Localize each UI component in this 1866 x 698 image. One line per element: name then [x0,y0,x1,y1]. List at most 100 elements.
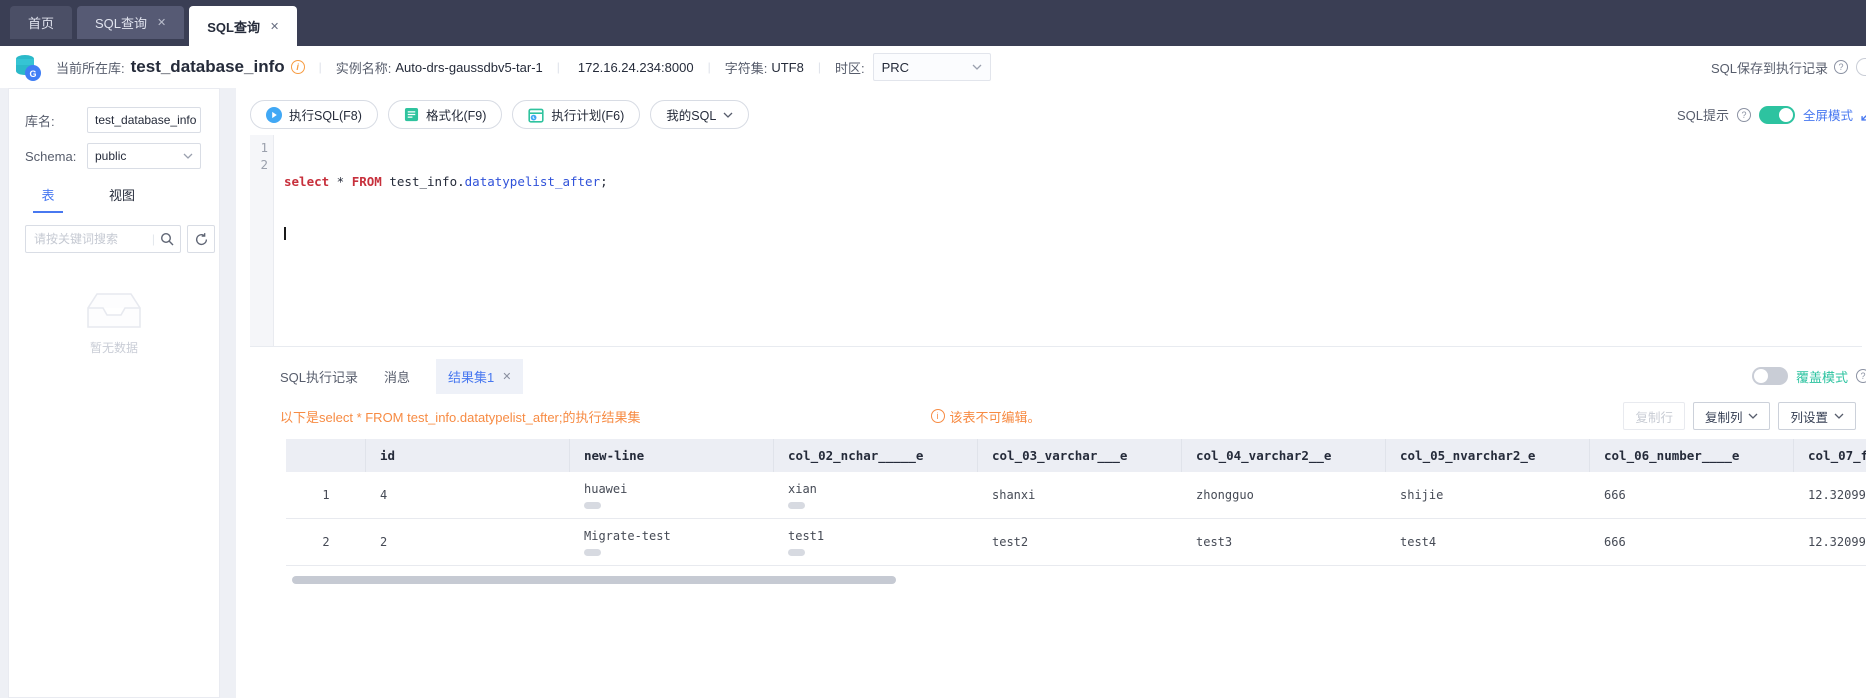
fullscreen-icon[interactable] [1861,108,1866,121]
column-header: col_06_number____e [1590,439,1794,472]
sidebar-tab-views[interactable]: 视图 [107,185,137,213]
horizontal-scrollbar-thumb[interactable] [292,576,896,584]
tab-home[interactable]: 首页 [10,6,72,39]
timezone-value: PRC [882,60,909,75]
overwrite-mode-toggle[interactable] [1752,367,1788,385]
app-header: G 当前所在库: test_database_info i | 实例名称: Au… [0,46,1866,88]
result-message: 以下是select * FROM test_info.datatypelist_… [280,407,641,426]
search-icon[interactable] [160,232,174,246]
tab-sql-query-2[interactable]: SQL查询 ✕ [189,6,297,46]
my-sql-button[interactable]: 我的SQL [650,100,749,129]
empty-box-icon [86,289,142,331]
format-sql-button[interactable]: 格式化(F9) [388,100,502,129]
column-settings-button[interactable]: 列设置 [1778,402,1856,430]
truncated-value-pill [584,549,601,556]
result-table: id new-line col_02_nchar_____e col_03_va… [286,439,1866,566]
charset-label: 字符集: [725,58,768,77]
instance-label: 实例名称: [336,58,392,77]
tab-sql-query-1[interactable]: SQL查询 ✕ [77,6,184,39]
info-icon: i [931,409,945,423]
instance-name: Auto-drs-gaussdbv5-tar-1 [395,60,542,75]
close-icon[interactable]: ✕ [157,16,166,29]
chevron-down-icon [723,112,733,118]
code-line-2 [284,224,608,241]
column-header: new-line [570,439,774,472]
results-tab-bar: SQL执行记录 消息 结果集1 ✕ 覆盖模式 ? [236,359,1866,393]
table-cell: test4 [1386,519,1590,565]
plan-icon [528,107,544,123]
question-icon[interactable]: ? [1856,369,1866,383]
table-cell: zhongguo [1182,472,1386,518]
table-row[interactable]: 1 4 huawei xian shanxi zhongguo shijie 6… [286,472,1866,519]
question-icon[interactable]: ? [1834,60,1848,74]
sql-hint-toggle[interactable] [1759,106,1795,124]
sql-editor[interactable]: 1 2 select * FROM test_info.datatypelist… [250,135,1862,347]
tab-sql-history[interactable]: SQL执行记录 [280,367,358,386]
format-icon [404,107,419,122]
code-area[interactable]: select * FROM test_info.datatypelist_aft… [274,135,608,346]
divider: | [152,232,155,246]
table-row[interactable]: 2 2 Migrate-test test1 test2 test3 test4… [286,519,1866,566]
refresh-icon [194,232,209,247]
object-browser-sidebar: 库名: test_database_info Schema: public 表 … [8,88,220,698]
save-record-toggle[interactable] [1856,58,1866,76]
close-icon[interactable]: ✕ [270,20,279,33]
table-cell: 666 [1590,519,1794,565]
current-db-name: test_database_info [131,57,285,77]
sql-workbench-panel: 执行SQL(F8) 格式化(F9) 执行计划(F6) 我的SQL SQL提示 ? [236,88,1866,698]
column-header: col_05_nvarchar2_e [1386,439,1590,472]
column-header: col_04_varchar2__e [1182,439,1386,472]
play-icon [266,107,282,123]
charset-value: UTF8 [771,60,804,75]
code-line-1: select * FROM test_info.datatypelist_aft… [284,173,608,190]
timezone-select[interactable]: PRC [873,53,991,81]
tab-messages[interactable]: 消息 [384,367,410,386]
table-search-box: | [25,225,181,253]
tab-label: 首页 [28,13,54,32]
sidebar-tab-tables[interactable]: 表 [33,185,63,213]
schema-field-label: Schema: [25,149,87,164]
execute-sql-button[interactable]: 执行SQL(F8) [250,100,378,129]
divider: | [319,60,322,74]
tab-label: SQL查询 [95,13,147,32]
text-cursor [284,227,286,240]
db-field-label: 库名: [25,111,87,130]
chevron-down-icon [1834,413,1844,419]
execution-plan-button[interactable]: 执行计划(F6) [512,100,640,129]
table-header-row: id new-line col_02_nchar_____e col_03_va… [286,439,1866,472]
refresh-button[interactable] [187,225,215,253]
fullscreen-link[interactable]: 全屏模式 [1803,105,1853,124]
table-cell: 2 [366,519,570,565]
row-number: 2 [286,519,366,565]
close-icon[interactable]: ✕ [502,370,511,383]
results-header: 以下是select * FROM test_info.datatypelist_… [236,401,1866,431]
chevron-down-icon [183,153,193,159]
info-icon[interactable]: i [291,60,305,74]
row-number: 1 [286,472,366,518]
search-input[interactable] [34,232,147,246]
tab-resultset-1[interactable]: 结果集1 ✕ [436,359,523,394]
column-header: col_03_varchar___e [978,439,1182,472]
editor-toolbar: 执行SQL(F8) 格式化(F9) 执行计划(F6) 我的SQL SQL提示 ? [236,88,1866,135]
question-icon[interactable]: ? [1737,108,1751,122]
database-select[interactable]: test_database_info [87,107,201,133]
copy-column-button[interactable]: 复制列 [1693,402,1771,430]
divider: | [557,60,560,74]
not-editable-warning: i 该表不可编辑。 [931,407,1041,426]
sql-hint-label: SQL提示 [1677,105,1729,124]
truncated-value-pill [584,502,601,509]
database-logo-icon: G [12,52,42,82]
schema-select[interactable]: public [87,143,201,169]
table-cell: huawei [570,472,774,518]
tab-label: SQL查询 [207,17,260,36]
table-cell: shanxi [978,472,1182,518]
table-cell: test2 [978,519,1182,565]
truncated-value-pill [788,549,805,556]
empty-state: 暂无数据 [9,289,219,356]
instance-address: 172.16.24.234:8000 [578,60,694,75]
table-cell: xian [774,472,978,518]
divider: | [708,60,711,74]
copy-row-button[interactable]: 复制行 [1623,402,1685,430]
column-header: col_02_nchar_____e [774,439,978,472]
window-tab-bar: 首页 SQL查询 ✕ SQL查询 ✕ [0,0,1866,46]
